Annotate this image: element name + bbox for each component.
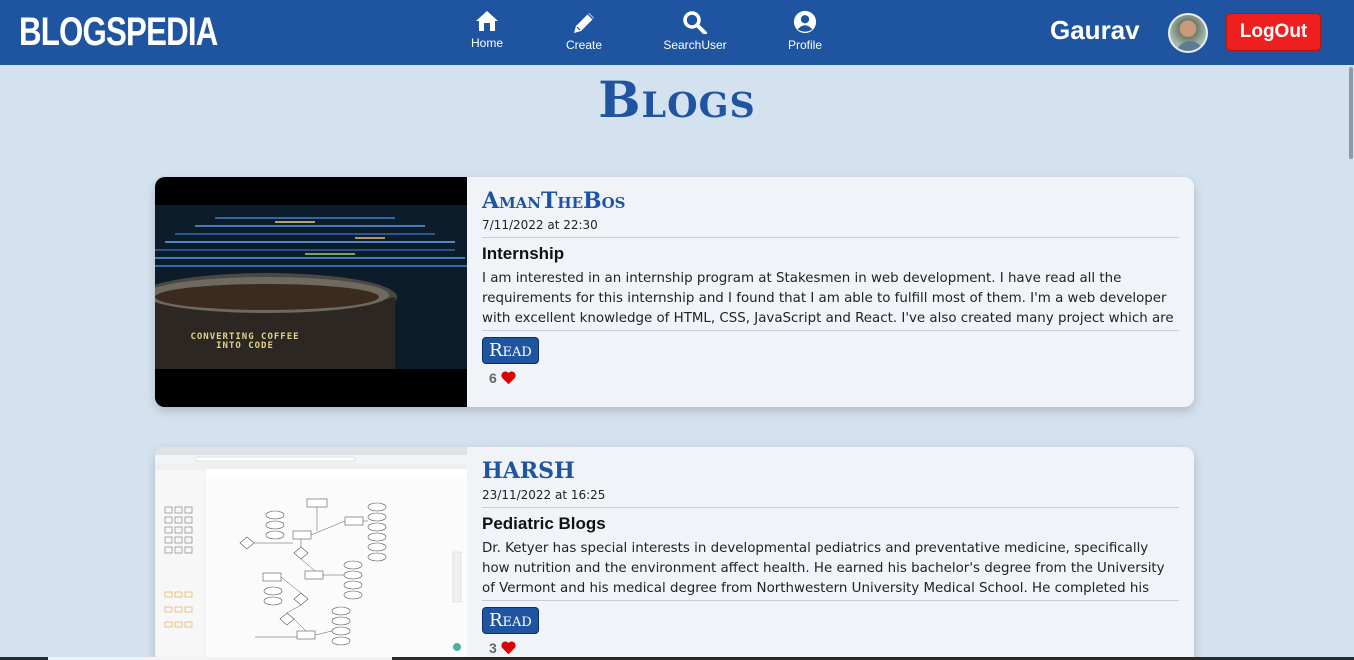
current-user-name: Gaurav [1050,15,1140,45]
search-icon [683,11,707,34]
nav-profile[interactable]: Profile [760,10,850,52]
read-button[interactable]: Read [482,607,539,634]
nav-create-label: Create [565,38,603,52]
brand-logo[interactable]: BLOGSPEDIA [19,8,218,56]
nav-home-label: Home [470,36,503,50]
heart-icon[interactable] [501,641,516,655]
post-title: Internship [482,244,565,263]
read-button[interactable]: Read [482,337,539,364]
blog-card-body: HARSH 23/11/2022 at 16:25 Pediatric Blog… [482,457,1179,656]
pencil-icon [574,13,594,33]
like-count-value: 6 [489,370,497,386]
home-icon [476,11,498,31]
nav-search-user[interactable]: SearchUser [650,10,740,52]
like-count[interactable]: 6 [489,370,1179,386]
blog-thumbnail-diagram [155,447,467,660]
nav-profile-label: Profile [787,38,822,52]
author-name[interactable]: HARSH [482,457,1179,485]
like-count-value: 3 [489,640,497,656]
post-excerpt: Dr. Ketyer has special interests in deve… [482,539,1179,601]
post-excerpt: I am interested in an internship program… [482,269,1179,331]
nav-search-user-label: SearchUser [663,38,727,52]
post-date: 7/11/2022 at 22:30 [482,218,1179,238]
blog-card-body: AmanTheBos 7/11/2022 at 22:30 Internship… [482,187,1179,386]
nav-create[interactable]: Create [539,10,629,52]
blog-thumbnail-coffee: CONVERTING COFFEE INTO CODE [155,177,467,407]
svg-text:INTO CODE: INTO CODE [216,341,274,351]
logout-button[interactable]: LogOut [1226,13,1321,51]
post-date: 23/11/2022 at 16:25 [482,488,1179,508]
page-scrollbar[interactable] [1347,65,1354,660]
heart-icon[interactable] [501,371,516,385]
nav-home[interactable]: Home [442,10,532,50]
blog-card: HARSH 23/11/2022 at 16:25 Pediatric Blog… [155,447,1194,660]
avatar[interactable] [1168,13,1208,53]
author-name[interactable]: AmanTheBos [482,187,1179,215]
page-title: Blogs [598,70,756,129]
post-title: Pediatric Blogs [482,514,606,533]
navbar: BLOGSPEDIA Home Create SearchUser Profil… [0,0,1354,65]
blog-card: CONVERTING COFFEE INTO CODE AmanTheBos 7… [155,177,1194,407]
like-count[interactable]: 3 [489,640,1179,656]
user-circle-icon [793,10,817,34]
